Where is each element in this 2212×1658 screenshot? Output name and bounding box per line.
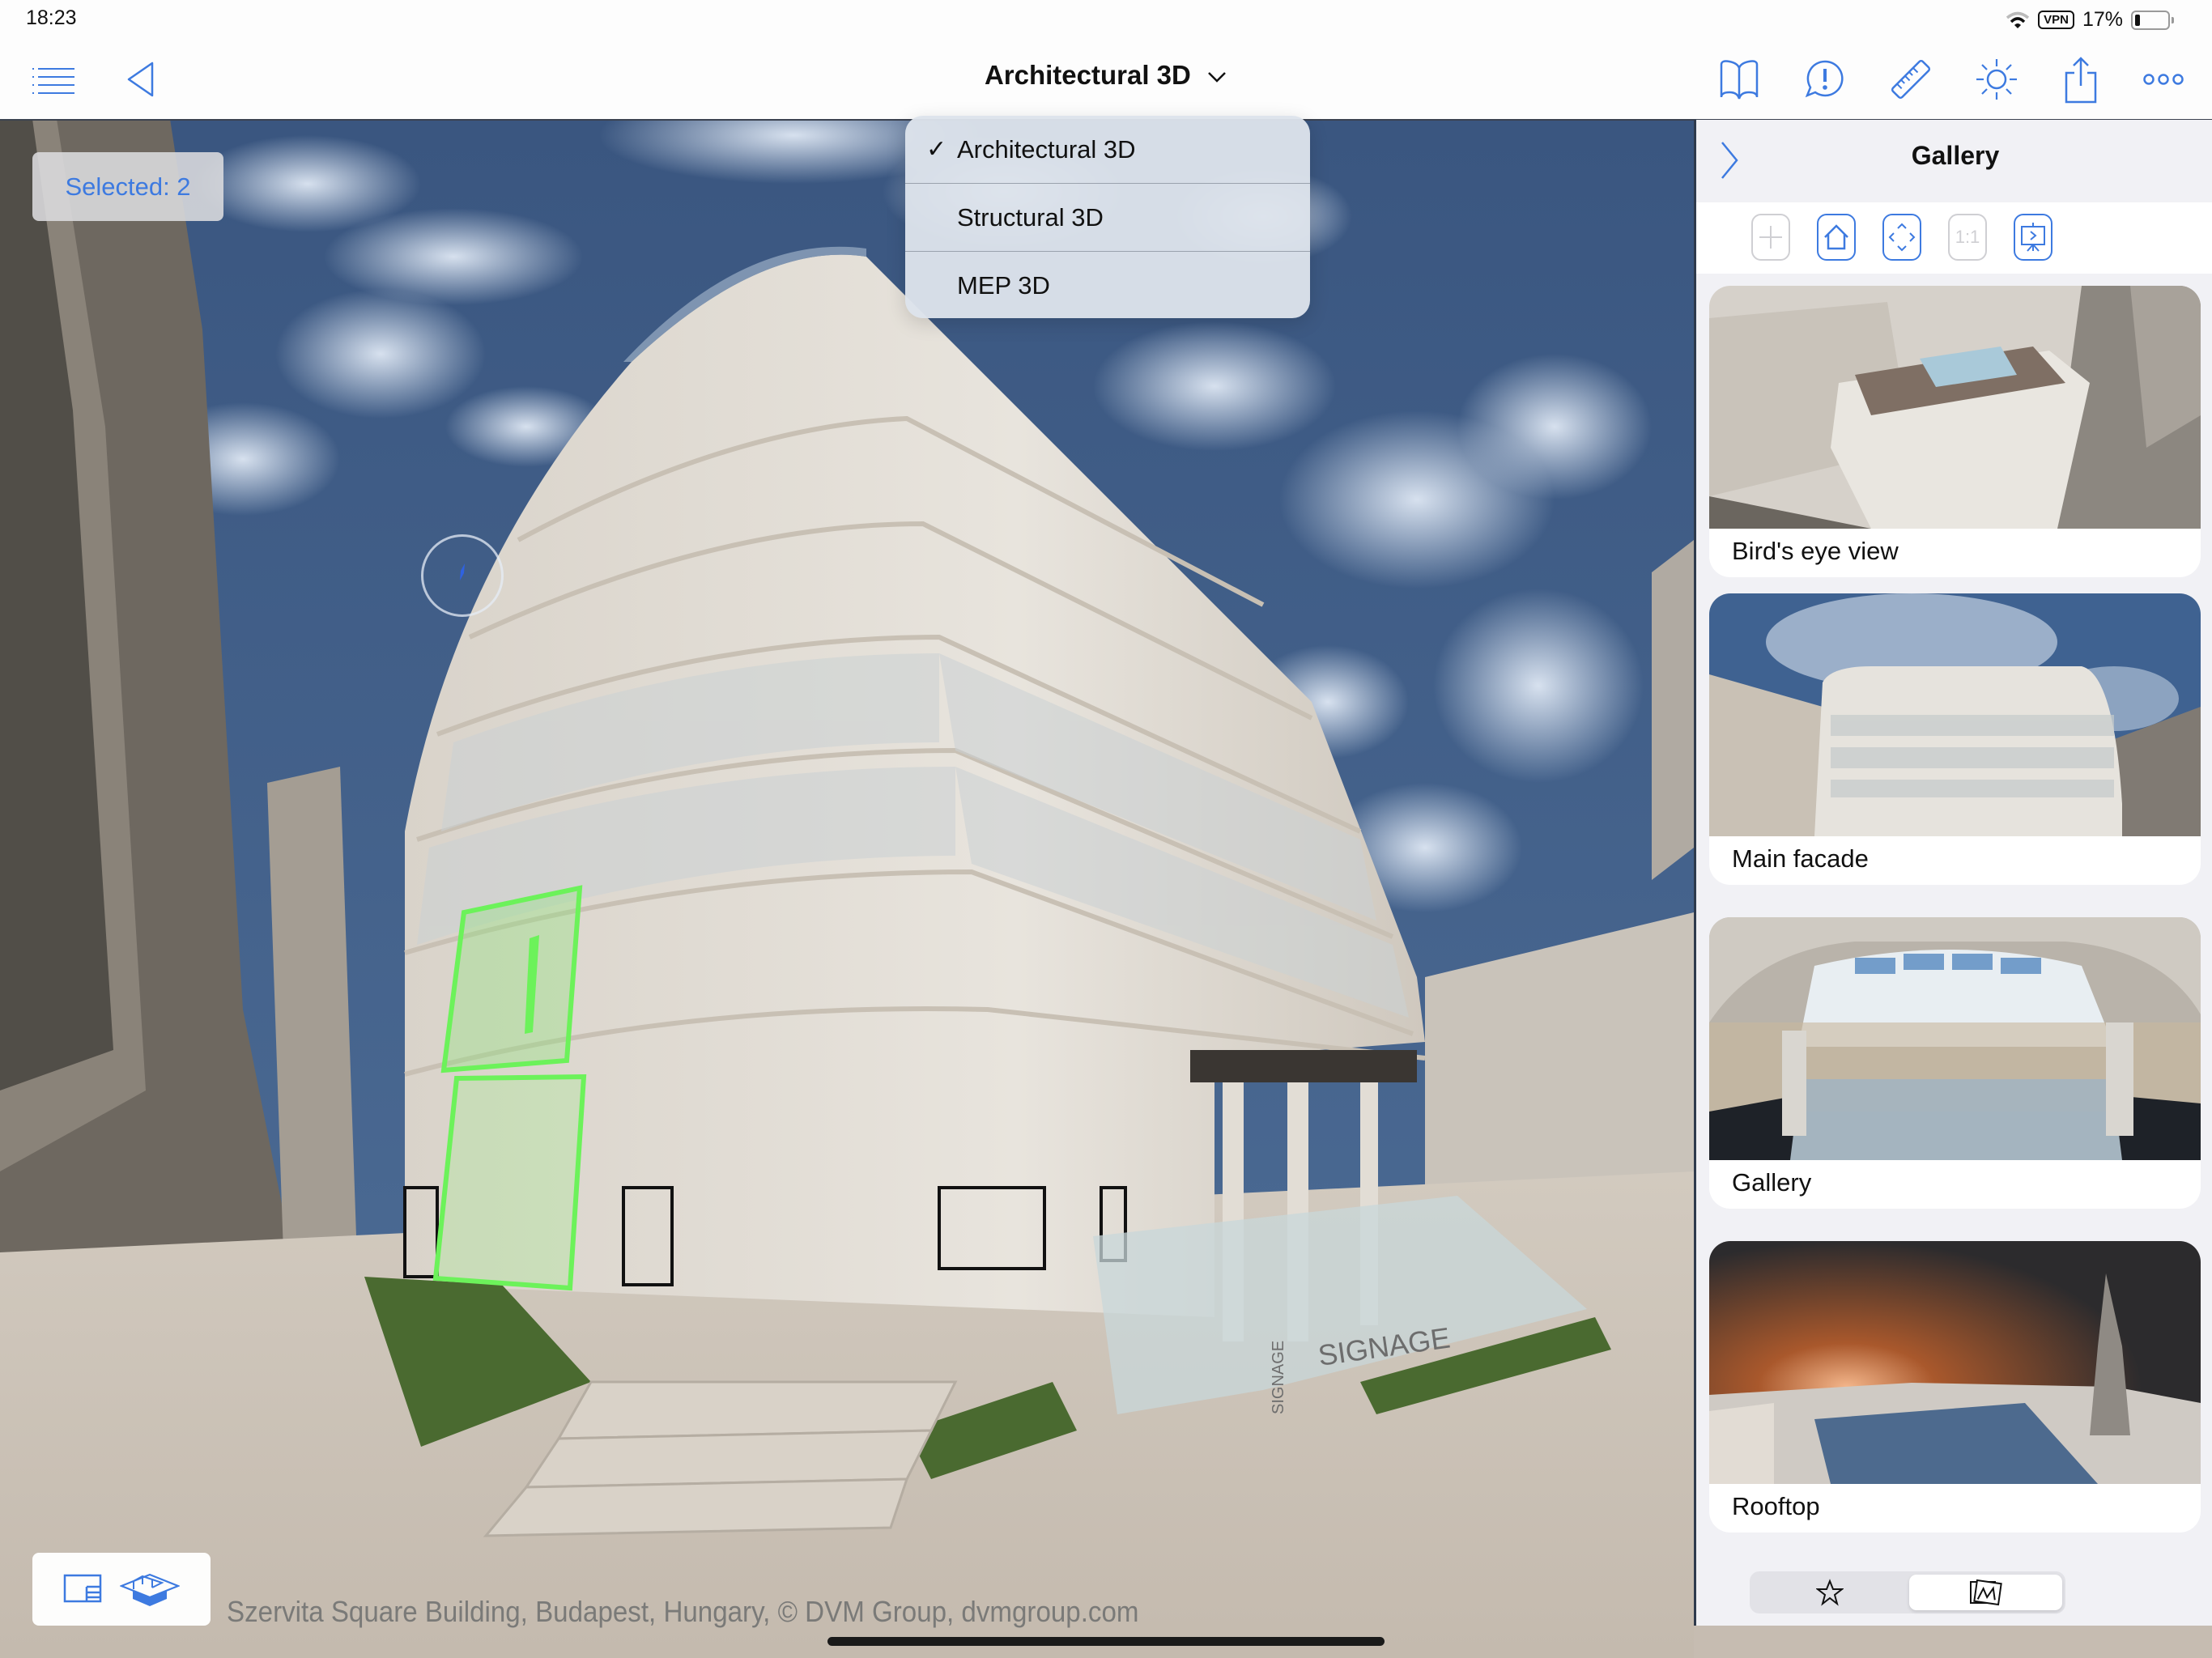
book-button[interactable] — [1715, 55, 1763, 104]
gallery-card-birds-eye-view[interactable]: Bird's eye view — [1709, 286, 2201, 577]
issues-button[interactable] — [1801, 55, 1849, 104]
navigation-compass[interactable] — [421, 534, 504, 617]
building-3d-scene[interactable]: SIGNAGE SIGNAGE — [0, 119, 1694, 1658]
more-button[interactable] — [2139, 55, 2188, 104]
back-button[interactable] — [118, 55, 167, 104]
top-bar: 18:23 VPN 17% Architectural 3D — [0, 0, 2212, 121]
home-indicator[interactable] — [827, 1637, 1385, 1646]
ruler-icon — [1891, 59, 1931, 100]
thumbnail-main-facade — [1709, 593, 2201, 836]
thumbnail-rooftop — [1709, 1241, 2201, 1484]
battery-percent: 17% — [2082, 8, 2123, 31]
gallery-card-main-facade[interactable]: Main facade — [1709, 593, 2201, 885]
section-box-icon[interactable] — [120, 1571, 180, 1607]
view-title: Architectural 3D — [0, 60, 2212, 91]
fit-arrows-icon — [1888, 223, 1916, 252]
presentation-button[interactable] — [2014, 214, 2052, 261]
thumbnail-birds-eye-view — [1709, 286, 2201, 529]
card-caption: Rooftop — [1732, 1492, 1820, 1520]
compass-needle-icon — [460, 563, 465, 580]
fit-view-button[interactable] — [1882, 214, 1921, 261]
gallery-panel: Gallery 1:1 Bird's eye view Main facade … — [1694, 120, 2212, 1626]
star-icon — [1815, 1579, 1844, 1606]
battery-icon — [2131, 10, 2174, 30]
measure-button[interactable] — [1887, 55, 1935, 104]
sun-icon — [1976, 59, 2017, 100]
view-mode-tools — [32, 1553, 211, 1626]
model-copyright: Szervita Square Building, Budapest, Hung… — [227, 1595, 1139, 1628]
gallery-images-icon — [1969, 1579, 2002, 1606]
gallery-card-rooftop[interactable]: Rooftop — [1709, 1241, 2201, 1533]
view-title-text: Architectural 3D — [984, 60, 1191, 90]
panel-title: Gallery — [1911, 141, 2000, 170]
thumbnail-gallery — [1709, 917, 2201, 1160]
one-to-one-icon: 1:1 — [1955, 227, 1980, 247]
chevron-down-icon — [1208, 72, 1226, 83]
menu-item-mep-3d[interactable]: MEP 3D — [905, 252, 1310, 318]
add-view-button[interactable] — [1751, 214, 1790, 261]
card-caption: Bird's eye view — [1732, 537, 1899, 565]
share-icon — [2065, 57, 2097, 104]
gallery-card-gallery[interactable]: Gallery — [1709, 917, 2201, 1209]
list-icon — [32, 68, 74, 94]
card-caption: Gallery — [1732, 1168, 1812, 1197]
share-button[interactable] — [2057, 55, 2105, 104]
menu-item-structural-3d[interactable]: Structural 3D — [905, 184, 1310, 252]
vpn-badge: VPN — [2038, 11, 2074, 29]
presentation-icon — [2021, 223, 2045, 252]
list-button[interactable] — [29, 55, 78, 104]
plus-icon — [1759, 226, 1782, 249]
one-to-one-button[interactable]: 1:1 — [1948, 214, 1987, 261]
segment-favorites[interactable] — [1753, 1575, 1906, 1610]
view-selector[interactable]: Architectural 3D — [985, 60, 1227, 90]
selected-element-2[interactable] — [432, 1073, 587, 1291]
card-caption: Main facade — [1732, 844, 1869, 873]
checkmark-icon: ✓ — [926, 136, 947, 163]
lighting-button[interactable] — [1972, 55, 2021, 104]
home-icon — [1824, 224, 1848, 250]
view-dropdown-menu: ✓ Architectural 3D Structural 3D MEP 3D — [905, 116, 1310, 318]
selected-element-1[interactable] — [440, 885, 583, 1073]
gallery-segmented-control — [1750, 1571, 2065, 1613]
signage-text-vertical: SIGNAGE — [1270, 1341, 1287, 1414]
more-icon — [2143, 74, 2184, 85]
status-time: 18:23 — [26, 6, 77, 29]
segment-gallery[interactable] — [1909, 1575, 2062, 1610]
book-icon — [1720, 60, 1759, 100]
home-view-button[interactable] — [1817, 214, 1856, 261]
menu-item-architectural-3d[interactable]: ✓ Architectural 3D — [905, 116, 1310, 184]
status-indicators: VPN 17% — [2006, 8, 2174, 32]
model-viewport[interactable]: SIGNAGE SIGNAGE — [0, 119, 1694, 1658]
issue-bubble-icon — [1805, 60, 1844, 98]
gallery-toolbar: 1:1 — [1696, 202, 2212, 274]
selection-count-badge[interactable]: Selected: 2 — [32, 152, 223, 221]
back-triangle-icon — [127, 62, 154, 97]
floorplan-icon[interactable] — [63, 1574, 102, 1605]
wifi-icon — [2006, 11, 2030, 28]
panel-header: Gallery — [1696, 120, 2212, 202]
